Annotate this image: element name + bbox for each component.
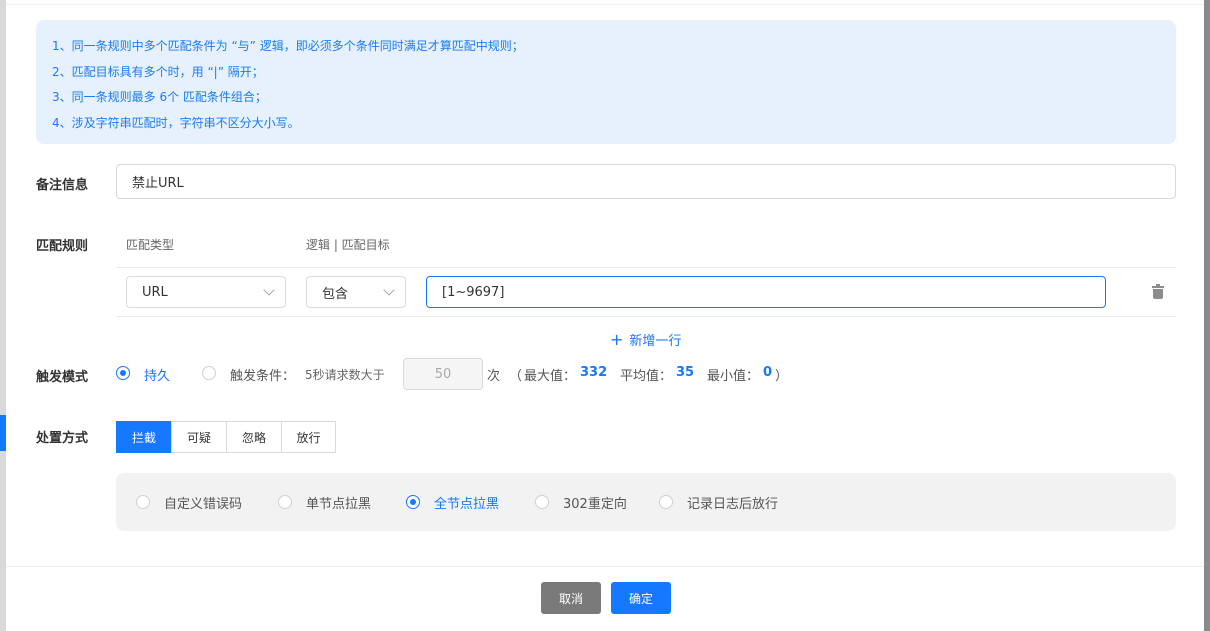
logic-value: 包含 <box>322 286 349 302</box>
handling-label: 处置方式 <box>36 431 89 446</box>
modal-top-divider <box>6 4 1204 5</box>
chevron-down-icon <box>383 284 395 296</box>
stats-close: ） <box>775 369 789 384</box>
row-divider <box>116 267 1176 268</box>
notice-line: 4、涉及字符串匹配时，字符串不区分大小写。 <box>52 115 300 130</box>
all-node-block-label: 全节点拉黑 <box>434 497 500 512</box>
redirect-302-label: 302重定向 <box>563 497 627 512</box>
confirm-button[interactable]: 确定 <box>611 582 671 614</box>
avg-label: 平均值： <box>620 369 673 384</box>
match-target-value: [1~9697] <box>442 284 505 300</box>
tab-block[interactable]: 拦截 <box>116 421 172 453</box>
match-type-value: URL <box>142 284 168 300</box>
add-row-button[interactable]: + 新增一行 <box>610 330 681 349</box>
plus-icon: + <box>610 329 624 349</box>
tab-suspicious[interactable]: 可疑 <box>171 421 227 453</box>
notice-line: 1、同一条规则中多个匹配条件为 “与” 逻辑，即必须多个条件同时满足才算匹配中规… <box>52 39 524 53</box>
notice-box: 1、同一条规则中多个匹配条件为 “与” 逻辑，即必须多个条件同时满足才算匹配中规… <box>36 20 1176 144</box>
remark-input[interactable]: 禁止URL <box>116 164 1176 199</box>
remark-label: 备注信息 <box>36 178 89 193</box>
tab-allow[interactable]: 放行 <box>281 421 336 453</box>
cancel-button[interactable]: 取消 <box>541 582 601 614</box>
footer-divider <box>6 566 1204 567</box>
remark-input-value: 禁止URL <box>132 176 184 191</box>
redirect-302-radio[interactable] <box>535 495 549 509</box>
add-row-label: 新增一行 <box>629 334 682 349</box>
single-node-block-radio[interactable] <box>278 495 292 509</box>
all-node-block-radio[interactable] <box>406 495 420 509</box>
max-value: 332 <box>580 365 608 380</box>
custom-error-code-label: 自定义错误码 <box>164 497 243 512</box>
logic-select[interactable]: 包含 <box>306 276 406 308</box>
match-type-select[interactable]: URL <box>126 276 286 308</box>
custom-error-code-radio[interactable] <box>136 495 150 509</box>
notice-line: 2、匹配目标具有多个时，用 “|” 隔开； <box>52 64 264 79</box>
log-then-allow-label: 记录日志后放行 <box>687 497 779 512</box>
persistent-label: 持久 <box>144 369 171 384</box>
match-target-input[interactable]: [1~9697] <box>426 276 1106 308</box>
max-label: 最大值： <box>524 369 577 384</box>
column-header-type: 匹配类型 <box>126 238 175 252</box>
chevron-down-icon <box>263 284 275 296</box>
times-suffix: 次 <box>487 369 501 384</box>
persistent-radio[interactable] <box>116 366 130 380</box>
trigger-mode-label: 触发模式 <box>36 370 89 385</box>
column-header-target: 逻辑 | 匹配目标 <box>306 238 390 252</box>
condition-radio[interactable] <box>202 366 216 380</box>
match-rule-label: 匹配规则 <box>36 239 89 254</box>
min-value: 0 <box>763 365 773 380</box>
threshold-placeholder: 50 <box>434 366 452 382</box>
handling-options-box <box>116 473 1176 531</box>
single-node-block-label: 单节点拉黑 <box>306 497 372 512</box>
log-then-allow-radio[interactable] <box>659 495 673 509</box>
tab-ignore[interactable]: 忽略 <box>226 421 282 453</box>
threshold-input[interactable]: 50 <box>403 358 483 390</box>
condition-prefix: 5秒请求数大于 <box>305 368 385 382</box>
condition-label: 触发条件： <box>230 369 296 384</box>
rule-modal: 1、同一条规则中多个匹配条件为 “与” 逻辑，即必须多个条件同时满足才算匹配中规… <box>6 0 1204 631</box>
delete-row-icon[interactable] <box>1152 284 1164 299</box>
row-divider <box>116 316 1176 317</box>
handling-tabs: 拦截 可疑 忽略 放行 <box>116 421 336 453</box>
stats-open: （ <box>509 369 523 384</box>
avg-value: 35 <box>676 365 695 380</box>
min-label: 最小值： <box>707 369 760 384</box>
notice-line: 3、同一条规则最多 6个 匹配条件组合； <box>52 90 267 104</box>
